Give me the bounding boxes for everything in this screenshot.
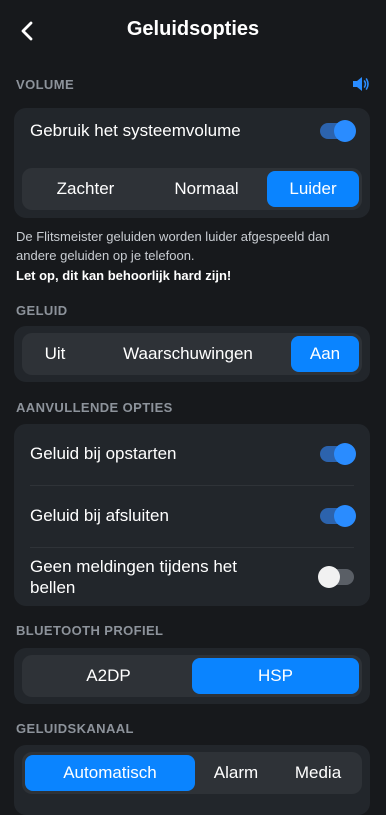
volume-description: De Flitsmeister geluiden worden luider a… [16,229,330,263]
toggle-knob [334,120,356,142]
bluetooth-card: A2DP HSP [14,648,370,704]
shutdown-sound-toggle[interactable] [320,505,356,527]
system-volume-row[interactable]: Gebruik het systeemvolume [14,108,370,154]
bluetooth-option-a2dp[interactable]: A2DP [25,658,192,694]
channel-option-media[interactable]: Media [277,755,359,791]
sound-card: Uit Waarschuwingen Aan [14,326,370,382]
startup-sound-row[interactable]: Geluid bij opstarten [14,424,370,484]
volume-card: Gebruik het systeemvolume Zachter Normaa… [14,108,370,218]
speaker-icon[interactable] [352,76,370,92]
channel-option-automatisch[interactable]: Automatisch [25,755,195,791]
page-title: Geluidsopties [126,18,260,40]
calls-silence-label: Geen meldingen tijdens het bellen [30,557,237,597]
shutdown-sound-label: Geluid bij afsluiten [30,506,169,525]
section-title-sound: GELUID [16,303,68,318]
sound-option-waarschuwingen[interactable]: Waarschuwingen [85,336,291,372]
channel-card: Automatisch Alarm Media [14,745,370,815]
toggle-knob [334,505,356,527]
system-volume-label: Gebruik het systeemvolume [30,121,241,140]
section-title-bluetooth: BLUETOOTH PROFIEL [16,623,164,638]
sound-option-aan[interactable]: Aan [291,336,359,372]
bluetooth-option-hsp[interactable]: HSP [192,658,359,694]
channel-selector: Automatisch Alarm Media [22,752,362,794]
bluetooth-selector: A2DP HSP [22,655,362,697]
section-title-volume: VOLUME [16,77,75,92]
volume-level-selector: Zachter Normaal Luider [22,168,362,210]
shutdown-sound-row[interactable]: Geluid bij afsluiten [14,486,370,546]
startup-sound-toggle[interactable] [320,443,356,465]
volume-option-zachter[interactable]: Zachter [25,171,146,207]
channel-option-alarm[interactable]: Alarm [195,755,277,791]
header: Geluidsopties [0,0,386,64]
volume-option-normaal[interactable]: Normaal [146,171,267,207]
sound-selector: Uit Waarschuwingen Aan [22,333,362,375]
calls-silence-row[interactable]: Geen meldingen tijdens het bellen [14,548,370,606]
section-title-channel: GELUIDSKANAAL [16,721,134,736]
system-volume-toggle[interactable] [320,120,356,142]
startup-sound-label: Geluid bij opstarten [30,444,177,463]
volume-option-luider[interactable]: Luider [267,171,359,207]
extra-options-card: Geluid bij opstarten Geluid bij afsluite… [14,424,370,606]
toggle-knob [318,566,340,588]
calls-silence-toggle[interactable] [318,566,354,588]
volume-warning: Let op, dit kan behoorlijk hard zijn! [16,268,232,283]
section-title-extra: AANVULLENDE OPTIES [16,400,173,415]
toggle-knob [334,443,356,465]
sound-option-uit[interactable]: Uit [25,336,85,372]
